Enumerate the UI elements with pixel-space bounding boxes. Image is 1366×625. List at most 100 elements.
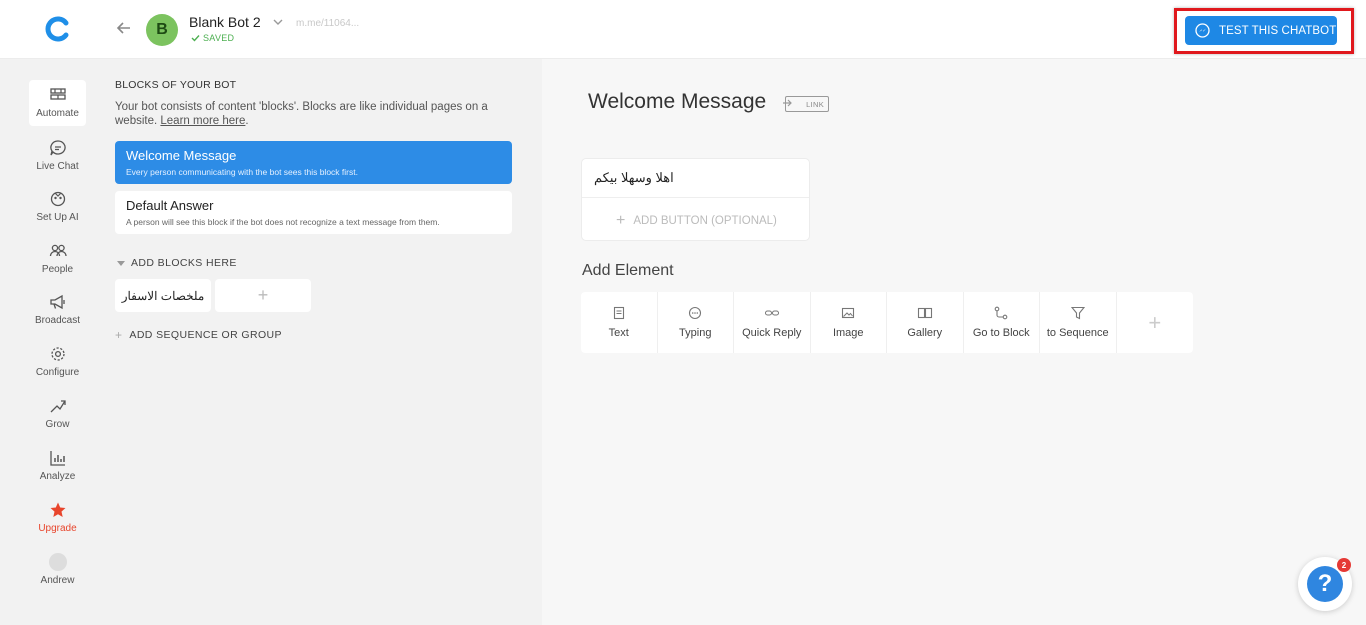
- add-button-label: ADD BUTTON (OPTIONAL): [633, 215, 777, 227]
- page-link[interactable]: m.me/11064...: [296, 18, 359, 29]
- nav-people[interactable]: People: [29, 236, 86, 282]
- nav-label: Set Up AI: [36, 212, 79, 223]
- nav-label: Live Chat: [36, 161, 79, 172]
- nav-user-profile[interactable]: Andrew: [29, 547, 86, 593]
- element-label: to Sequence: [1046, 327, 1109, 339]
- element-toolbar: Text Typing Quick Reply Image Gallery Go…: [581, 292, 1193, 353]
- element-image[interactable]: Image: [811, 292, 887, 353]
- quick-reply-icon: [764, 310, 779, 316]
- add-sequence-button[interactable]: + ADD SEQUENCE OR GROUP: [115, 328, 282, 342]
- messenger-icon: [1195, 23, 1210, 38]
- block-default-answer[interactable]: Default Answer A person will see this bl…: [115, 191, 512, 234]
- block-title-heading[interactable]: Welcome Message: [588, 90, 766, 114]
- nav-live-chat[interactable]: Live Chat: [29, 133, 86, 179]
- element-label: Text: [608, 327, 629, 339]
- nav-analyze[interactable]: Analyze: [29, 443, 86, 489]
- element-label: Typing: [679, 327, 712, 339]
- back-arrow-icon[interactable]: [114, 18, 134, 38]
- element-label: Gallery: [907, 327, 943, 339]
- bot-name[interactable]: Blank Bot 2: [189, 14, 261, 30]
- people-icon: [49, 244, 67, 257]
- saved-status: SAVED: [191, 33, 234, 43]
- nav-upgrade[interactable]: Upgrade: [29, 495, 86, 541]
- element-gallery[interactable]: Gallery: [887, 292, 964, 353]
- block-welcome-message[interactable]: Welcome Message Every person communicati…: [115, 141, 512, 184]
- add-block-button[interactable]: +: [215, 279, 311, 312]
- image-icon: [842, 307, 855, 319]
- element-quick-reply[interactable]: Quick Reply: [734, 292, 811, 353]
- chart-icon: [49, 451, 65, 466]
- left-nav-rail: Automate Live Chat Set Up AI People Broa…: [0, 59, 115, 625]
- add-sequence-label: ADD SEQUENCE OR GROUP: [129, 329, 282, 341]
- user-avatar: [48, 553, 67, 571]
- block-description: Every person communicating with the bot …: [126, 167, 358, 177]
- element-label: Go to Block: [972, 327, 1030, 339]
- nav-label: Broadcast: [34, 315, 81, 326]
- filter-icon: [1070, 306, 1085, 320]
- gallery-icon: [917, 307, 932, 319]
- nav-automate[interactable]: Automate: [29, 80, 86, 126]
- link-tag-label: LINK: [806, 99, 824, 109]
- ai-icon: [50, 191, 65, 207]
- block-editor: Welcome Message LINK اهلا وسهلا بيكم + A…: [542, 59, 1366, 625]
- element-go-to-block[interactable]: Go to Block: [964, 292, 1040, 353]
- star-icon: [50, 502, 65, 517]
- nav-label: Andrew: [40, 575, 75, 586]
- megaphone-icon: [49, 294, 65, 310]
- plus-icon: +: [616, 212, 626, 229]
- nav-configure[interactable]: Configure: [29, 339, 86, 385]
- more-elements-button[interactable]: +: [1117, 292, 1194, 353]
- text-message-card: اهلا وسهلا بيكم + ADD BUTTON (OPTIONAL): [581, 158, 810, 241]
- chat-icon: [49, 140, 66, 156]
- bot-avatar: B: [146, 14, 178, 46]
- message-text[interactable]: اهلا وسهلا بيكم: [594, 170, 674, 186]
- element-label: Image: [832, 327, 864, 339]
- text-icon: [613, 306, 624, 320]
- block-title: Welcome Message: [126, 148, 237, 163]
- chevron-down-icon[interactable]: [272, 17, 284, 27]
- element-label: Quick Reply: [742, 327, 802, 339]
- notification-badge: 2: [1337, 558, 1351, 572]
- nav-label: People: [41, 264, 74, 275]
- divider: [582, 197, 809, 198]
- help-icon: ?: [1307, 566, 1343, 602]
- add-element-heading: Add Element: [582, 262, 674, 279]
- block-title: Default Answer: [126, 198, 214, 213]
- link-tag-button[interactable]: LINK: [783, 96, 829, 112]
- plus-icon: +: [115, 328, 123, 342]
- automate-icon: [49, 88, 66, 100]
- caret-down-icon: [117, 260, 125, 266]
- nav-label: Grow: [45, 419, 70, 430]
- nav-broadcast[interactable]: Broadcast: [29, 287, 86, 333]
- nav-grow[interactable]: Grow: [29, 391, 86, 437]
- block-description: A person will see this block if the bot …: [126, 217, 440, 227]
- add-blocks-group-header[interactable]: ADD BLOCKS HERE: [117, 257, 237, 269]
- link-arrow-icon: [783, 99, 792, 107]
- nav-label: Configure: [35, 367, 80, 378]
- top-bar: B Blank Bot 2 SAVED m.me/11064... TEST T…: [0, 0, 1366, 59]
- chatfuel-logo[interactable]: [44, 16, 72, 42]
- check-icon: [191, 35, 200, 42]
- add-button-option[interactable]: + ADD BUTTON (OPTIONAL): [616, 212, 777, 230]
- plus-icon: +: [257, 285, 269, 305]
- nav-set-up-ai[interactable]: Set Up AI: [29, 184, 86, 230]
- grow-icon: [50, 400, 66, 413]
- nav-label: Analyze: [39, 471, 76, 482]
- element-typing[interactable]: Typing: [658, 292, 734, 353]
- test-chatbot-label: TEST THIS CHATBOT: [1219, 24, 1337, 37]
- panel-description: Your bot consists of content 'blocks'. B…: [115, 101, 488, 127]
- nav-label: Automate: [36, 108, 79, 119]
- typing-icon: [689, 306, 702, 320]
- plus-icon: +: [1148, 309, 1162, 335]
- element-text[interactable]: Text: [581, 292, 658, 353]
- learn-more-link[interactable]: Learn more here: [160, 115, 245, 127]
- blocks-panel: BLOCKS OF YOUR BOT Your bot consists of …: [115, 59, 542, 625]
- go-to-block-icon: [994, 306, 1008, 320]
- saved-label: SAVED: [203, 33, 235, 43]
- nav-label: Upgrade: [38, 523, 77, 534]
- test-chatbot-button[interactable]: TEST THIS CHATBOT: [1185, 16, 1337, 45]
- panel-title: BLOCKS OF YOUR BOT: [115, 79, 237, 91]
- custom-block[interactable]: ملخصات الاسفار: [115, 279, 211, 312]
- element-to-sequence[interactable]: to Sequence: [1040, 292, 1117, 353]
- gear-icon: [50, 347, 65, 361]
